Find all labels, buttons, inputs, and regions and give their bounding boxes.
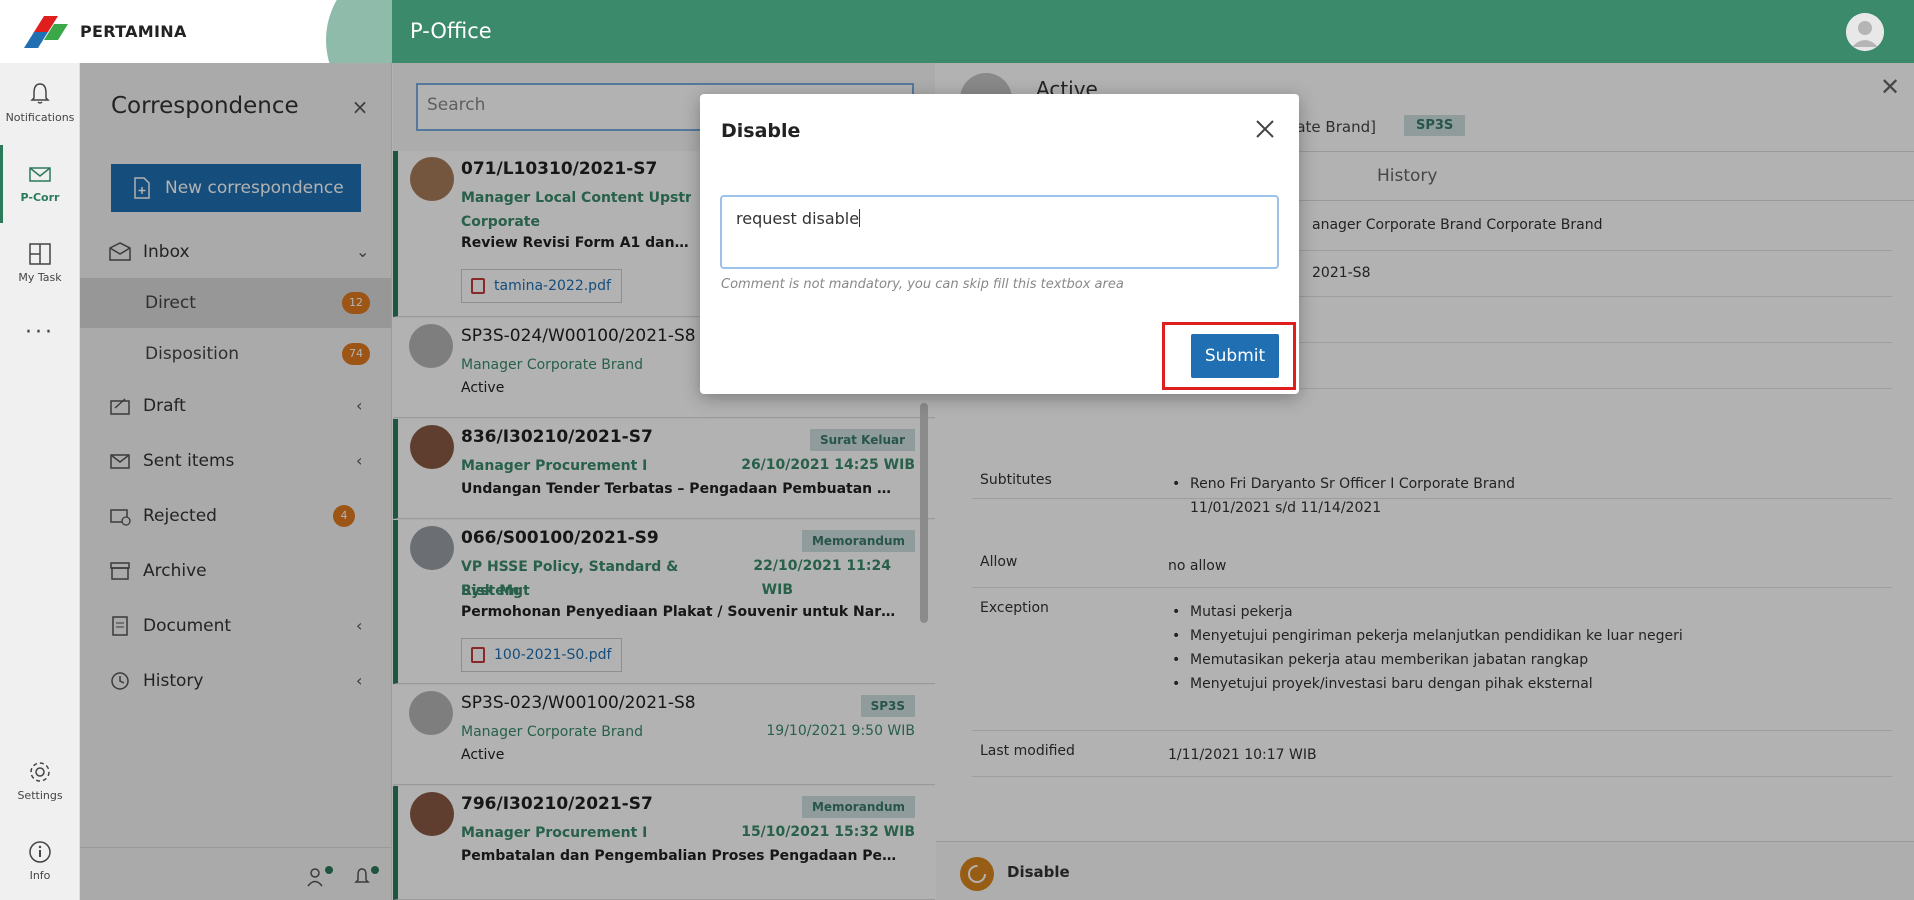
brand-name: PERTAMINA	[80, 22, 187, 41]
rail-notifications[interactable]: Notifications	[0, 81, 80, 124]
rail-p-corr[interactable]: P-Corr	[0, 161, 80, 204]
rail-notifications-label: Notifications	[5, 111, 75, 124]
comment-value: request disable	[736, 209, 860, 228]
user-avatar-icon	[1846, 13, 1884, 51]
rail-info-label: Info	[29, 869, 51, 882]
rail-p-corr-label: P-Corr	[20, 191, 60, 204]
user-avatar[interactable]	[1846, 13, 1884, 51]
logo-curve-decoration	[326, 0, 392, 63]
app-title: P-Office	[410, 19, 492, 43]
comment-hint: Comment is not mandatory, you can skip f…	[721, 277, 1124, 292]
submit-button[interactable]: Submit	[1191, 334, 1279, 378]
rail-my-task[interactable]: My Task	[0, 241, 80, 284]
pertamina-logo-icon	[24, 16, 68, 48]
bell-icon	[30, 83, 50, 104]
disable-dialog: Disable request disable Comment is not m…	[700, 94, 1299, 394]
rail-settings[interactable]: Settings	[0, 759, 80, 802]
rail-my-task-label: My Task	[18, 271, 62, 284]
info-icon	[29, 841, 51, 863]
layout-icon	[29, 243, 51, 265]
more-icon[interactable]: ···	[0, 320, 80, 345]
rail-settings-label: Settings	[17, 789, 63, 802]
mail-icon	[29, 167, 51, 182]
logo-area: PERTAMINA	[0, 0, 392, 63]
left-rail: Notifications P-Corr My Task ··· Setting…	[0, 63, 80, 900]
close-icon[interactable]	[1252, 116, 1278, 142]
top-bar: PERTAMINA P-Office	[0, 0, 1914, 63]
text-caret	[859, 209, 861, 227]
gear-icon	[30, 762, 50, 782]
comment-textarea[interactable]: request disable	[720, 195, 1279, 269]
dialog-title: Disable	[721, 120, 801, 142]
rail-info[interactable]: Info	[0, 839, 80, 882]
